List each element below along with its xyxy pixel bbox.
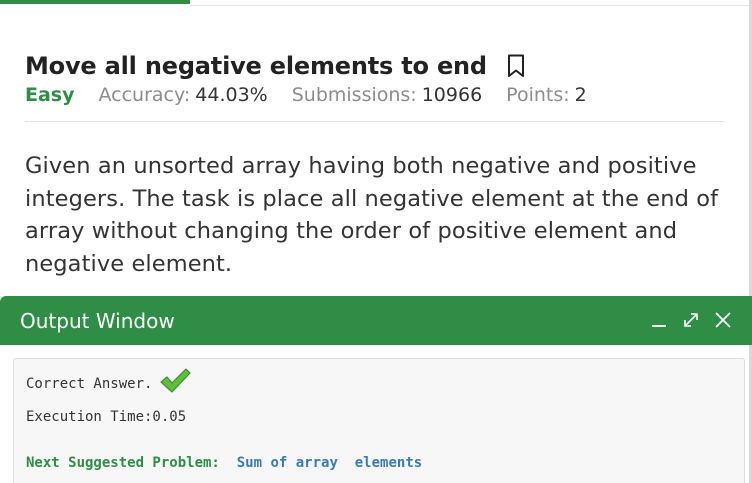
minimize-icon[interactable] — [648, 309, 670, 331]
accuracy-label: Accuracy: — [98, 84, 191, 106]
problem-header: Move all negative elements to end Easy A… — [25, 48, 725, 114]
tab-divider — [190, 5, 752, 6]
expand-icon[interactable] — [680, 309, 702, 331]
statement-line: Given an unsorted array having both nega… — [25, 153, 697, 179]
window-controls — [648, 309, 734, 331]
result-text: Correct Answer. — [26, 376, 153, 392]
difficulty-badge: Easy — [25, 84, 75, 106]
problem-meta: Easy Accuracy: 44.03% Submissions: 10966… — [25, 84, 725, 114]
statement-line: negative element. — [25, 250, 233, 277]
problem-statement: Given an unsorted array having both nega… — [25, 150, 725, 280]
points-label: Points: — [506, 84, 570, 106]
next-problem-link[interactable]: Sum of array elements — [228, 455, 422, 471]
statement-line: integers. The task is place all negative… — [25, 185, 719, 212]
result-line: Correct Answer. — [26, 368, 192, 395]
statement-line: array without changing the order of posi… — [25, 218, 678, 244]
next-suggested-problem: Next Suggested Problem: Sum of array ele… — [26, 455, 422, 471]
execution-time: Execution Time:0.05 — [26, 409, 187, 425]
next-problem-label: Next Suggested Problem: — [26, 455, 220, 471]
output-console: Correct Answer. Execution Time:0.05 Next… — [13, 358, 745, 483]
problem-title: Move all negative elements to end — [25, 52, 487, 80]
accuracy-value: 44.03% — [195, 84, 268, 106]
output-window: Output Window Correct Answer. Execution … — [0, 296, 752, 483]
active-tab-indicator — [0, 0, 190, 4]
output-window-header[interactable]: Output Window — [0, 296, 752, 345]
close-icon[interactable] — [712, 309, 734, 331]
title-row: Move all negative elements to end — [25, 48, 725, 84]
submissions-value: 10966 — [421, 84, 483, 106]
points-value: 2 — [574, 84, 587, 106]
submissions-label: Submissions: — [291, 84, 417, 106]
check-icon — [158, 367, 192, 395]
header-divider — [25, 121, 725, 122]
bookmark-icon[interactable] — [507, 54, 525, 78]
output-window-title: Output Window — [20, 308, 175, 333]
